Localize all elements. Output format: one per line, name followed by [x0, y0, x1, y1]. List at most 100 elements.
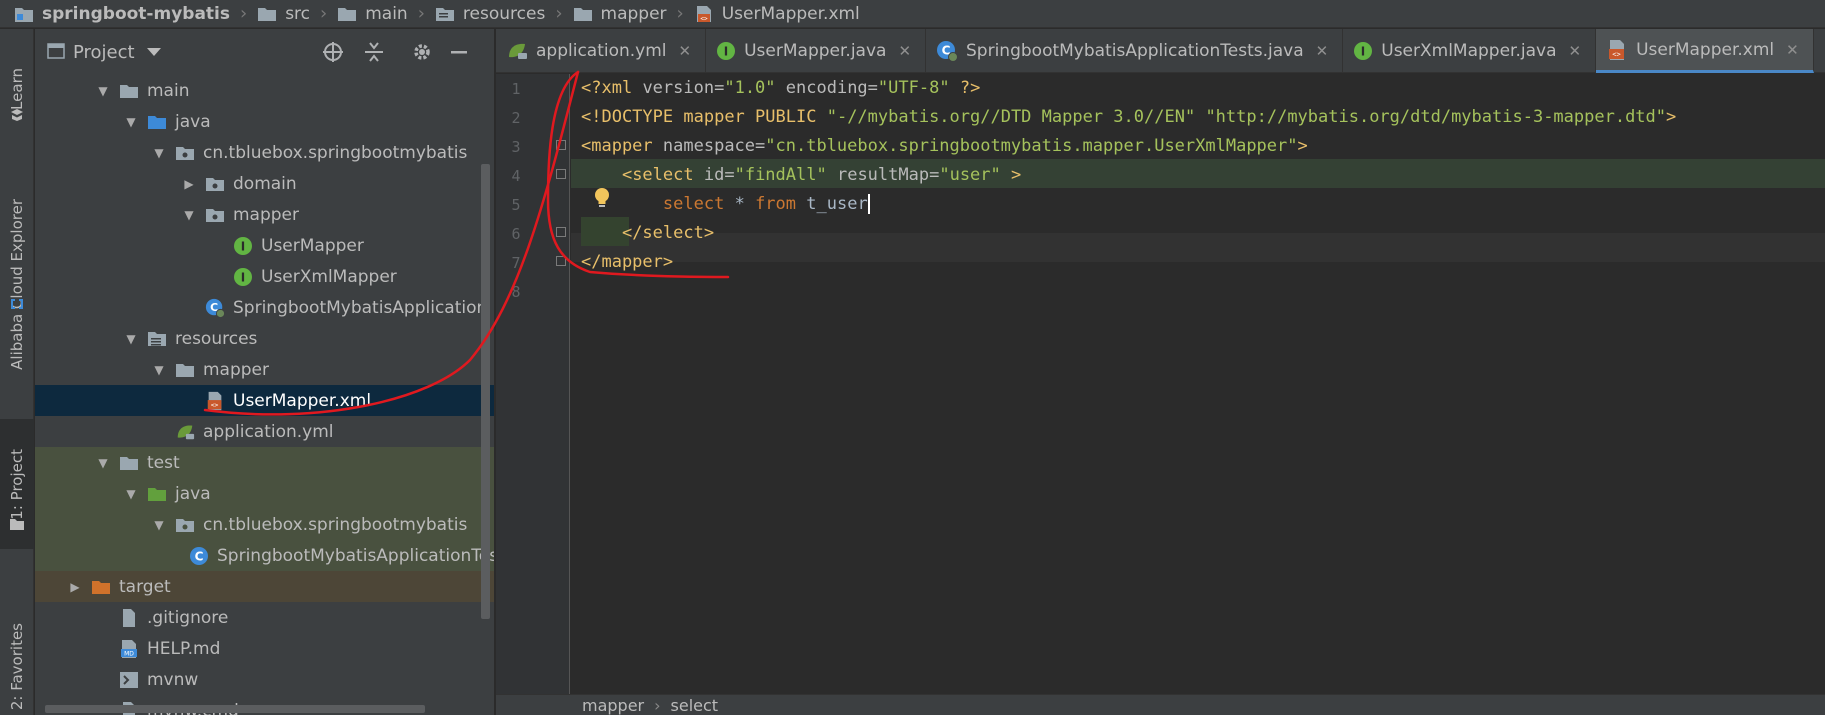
- breadcrumb-file[interactable]: <> UserMapper.xml: [694, 4, 860, 24]
- tree-node-help-md[interactable]: MD HELP.md: [35, 633, 494, 664]
- lightbulb-icon[interactable]: [592, 186, 612, 210]
- line-number: 7: [511, 254, 521, 272]
- tree-node-mapper-folder[interactable]: ▼ mapper: [35, 354, 494, 385]
- tree-node-gitignore[interactable]: .gitignore: [35, 602, 494, 633]
- folder-icon: [338, 7, 357, 21]
- spring-yml-icon: [509, 43, 527, 59]
- tree-node-test-java[interactable]: ▼ java: [35, 478, 494, 509]
- alibaba-cloud-explorer-tab[interactable]: Alibaba Cloud Explorer: [0, 169, 34, 399]
- expanded-arrow-icon[interactable]: ▼: [151, 363, 167, 377]
- editor-breadcrumb-item[interactable]: mapper: [582, 696, 644, 715]
- project-panel: Project ▼ main ▼ java ▼ cn.tbluebox.spri…: [35, 29, 495, 715]
- tree-node-test-class[interactable]: C SpringbootMybatisApplicationTests: [35, 540, 494, 571]
- project-panel-title[interactable]: Project: [73, 42, 135, 63]
- mybatis-xml-icon: <>: [696, 5, 711, 22]
- svg-text:MD: MD: [124, 650, 134, 657]
- folder-icon: [119, 453, 139, 473]
- tab-usermapper-xml[interactable]: <> UserMapper.xml ✕: [1596, 29, 1814, 73]
- svg-text:<>: <>: [700, 15, 708, 22]
- code-line: </select>: [621, 223, 715, 243]
- expanded-arrow-icon[interactable]: ▼: [95, 456, 111, 470]
- horizontal-scrollbar[interactable]: [45, 705, 425, 713]
- tree-node-test-package[interactable]: ▼ cn.tbluebox.springbootmybatis: [35, 509, 494, 540]
- tree-node-package[interactable]: ▼ cn.tbluebox.springbootmybatis: [35, 137, 494, 168]
- interface-icon: I: [717, 42, 736, 60]
- tree-node-main[interactable]: ▼ main: [35, 75, 494, 106]
- fold-marker-icon[interactable]: [556, 169, 566, 179]
- resources-folder-icon: [435, 7, 454, 21]
- tree-node-usermapper-xml[interactable]: <> UserMapper.xml: [35, 385, 494, 416]
- tree-node-label: cn.tbluebox.springbootmybatis: [203, 142, 468, 163]
- code-line: <mapper namespace="cn.tbluebox.springboo…: [581, 136, 1308, 156]
- tab-label: application.yml: [536, 41, 667, 61]
- expanded-arrow-icon[interactable]: ▼: [123, 115, 139, 129]
- tab-userxmlmapper-java[interactable]: I UserXmlMapper.java ✕: [1343, 29, 1597, 73]
- interface-icon: I: [233, 236, 253, 256]
- alibaba-cloud-icon: [11, 299, 23, 309]
- close-icon[interactable]: ✕: [679, 42, 692, 60]
- close-icon[interactable]: ✕: [1316, 42, 1329, 60]
- fold-marker-icon[interactable]: [556, 256, 566, 266]
- tab-label: UserMapper.xml: [1636, 39, 1775, 60]
- tree-node-mvnw[interactable]: mvnw: [35, 664, 494, 695]
- fold-marker-icon[interactable]: [556, 140, 566, 150]
- tab-usermapper-java[interactable]: I UserMapper.java ✕: [706, 29, 927, 73]
- favorites-tool-tab[interactable]: 2: Favorites: [0, 619, 34, 715]
- breadcrumb-resources[interactable]: resources: [435, 4, 545, 24]
- expanded-arrow-icon[interactable]: ▼: [181, 208, 197, 222]
- vertical-scrollbar[interactable]: [481, 164, 490, 619]
- expanded-arrow-icon[interactable]: ▼: [151, 146, 167, 160]
- editor-gutter[interactable]: 1 2 3 4 5 6 7 8: [496, 74, 570, 694]
- breadcrumb-mapper[interactable]: mapper: [573, 4, 667, 24]
- editor-breadcrumb-item[interactable]: select: [671, 696, 719, 715]
- fold-marker-icon[interactable]: [556, 227, 566, 237]
- locate-file-icon[interactable]: [322, 41, 344, 63]
- learn-tool-tab[interactable]: Learn: [0, 39, 34, 139]
- chevron-right-icon: ›: [320, 3, 328, 24]
- collapse-all-icon[interactable]: [363, 41, 385, 63]
- tree-node-application-yml[interactable]: application.yml: [35, 416, 494, 447]
- minimize-icon[interactable]: [449, 41, 469, 63]
- close-icon[interactable]: ✕: [898, 42, 911, 60]
- collapsed-arrow-icon[interactable]: ▶: [181, 177, 197, 191]
- package-icon: [205, 174, 225, 194]
- folder-icon: [175, 360, 195, 380]
- expanded-arrow-icon[interactable]: ▼: [123, 332, 139, 346]
- svg-text:I: I: [1361, 45, 1365, 59]
- gear-icon[interactable]: [411, 41, 433, 63]
- close-icon[interactable]: ✕: [1786, 41, 1799, 59]
- breadcrumb-project[interactable]: springboot-mybatis: [14, 4, 230, 24]
- collapsed-arrow-icon[interactable]: ▶: [67, 580, 83, 594]
- breadcrumb-label: springboot-mybatis: [42, 3, 230, 24]
- tree-node-mapper-package[interactable]: ▼ mapper: [35, 199, 494, 230]
- svg-text:C: C: [195, 549, 204, 563]
- tree-node-target[interactable]: ▶ target: [35, 571, 494, 602]
- svg-text:<>: <>: [211, 401, 219, 408]
- breadcrumb-label: UserMapper.xml: [721, 3, 860, 24]
- folder-icon: [573, 7, 592, 21]
- breadcrumb-src[interactable]: src: [257, 4, 310, 24]
- view-dropdown-icon[interactable]: [146, 48, 161, 56]
- chevron-right-icon: ›: [676, 3, 684, 24]
- tree-node-label: mapper: [233, 204, 300, 225]
- expanded-arrow-icon[interactable]: ▼: [95, 84, 111, 98]
- tree-node-java[interactable]: ▼ java: [35, 106, 494, 137]
- tab-application-yml[interactable]: application.yml ✕: [496, 29, 707, 73]
- caret-row-highlight: [571, 233, 1825, 262]
- tree-node-userxmlmapper[interactable]: I UserXmlMapper: [35, 261, 494, 292]
- tree-node-usermapper[interactable]: I UserMapper: [35, 230, 494, 261]
- tree-node-application-class[interactable]: C SpringbootMybatisApplication: [35, 292, 494, 323]
- tree-node-label: mapper: [203, 359, 270, 380]
- code-line: <!DOCTYPE mapper PUBLIC "-//mybatis.org/…: [581, 107, 1677, 127]
- expanded-arrow-icon[interactable]: ▼: [123, 487, 139, 501]
- tab-application-tests-java[interactable]: C SpringbootMybatisApplicationTests.java…: [926, 29, 1344, 73]
- code-editor[interactable]: <?xml version="1.0" encoding="UTF-8" ?> …: [571, 74, 1825, 694]
- tree-node-resources[interactable]: ▼ resources: [35, 323, 494, 354]
- expanded-arrow-icon[interactable]: ▼: [151, 518, 167, 532]
- close-icon[interactable]: ✕: [1569, 42, 1582, 60]
- line-number: 3: [511, 138, 521, 156]
- tree-node-domain[interactable]: ▶ domain: [35, 168, 494, 199]
- breadcrumb-main[interactable]: main: [337, 4, 408, 24]
- tree-node-test[interactable]: ▼ test: [35, 447, 494, 478]
- tree-node-label: SpringbootMybatisApplication: [233, 297, 488, 318]
